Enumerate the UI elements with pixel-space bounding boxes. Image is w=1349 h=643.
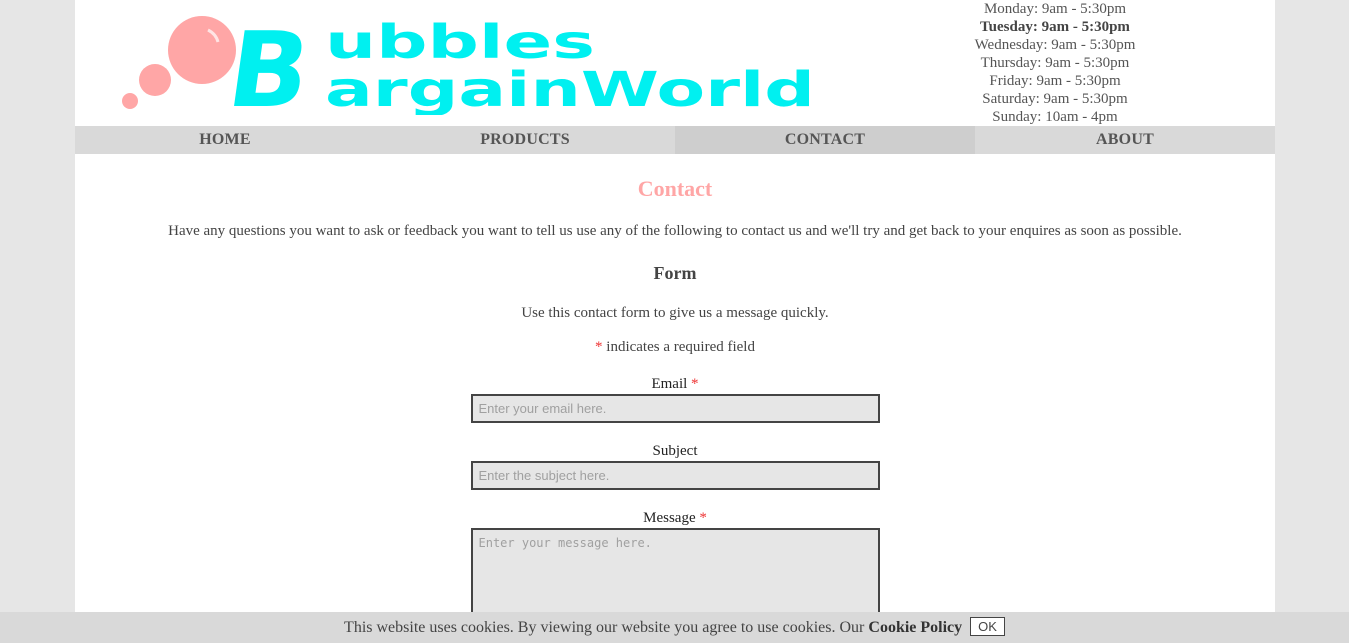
logo-initial: B xyxy=(221,10,317,115)
page-title: Contact xyxy=(637,176,713,201)
nav-about[interactable]: ABOUT xyxy=(975,126,1275,154)
bubble-small xyxy=(122,93,138,109)
email-group: Email * xyxy=(75,375,1275,423)
bubble-medium xyxy=(139,64,171,96)
message-label: Message * xyxy=(75,509,1275,527)
cookie-ok-button[interactable]: OK xyxy=(970,617,1005,636)
email-label: Email * xyxy=(75,375,1275,393)
contact-form: Email * Subject Message * xyxy=(75,375,1275,628)
hours-tuesday: Tuesday: 9am - 5:30pm xyxy=(980,19,1130,35)
logo-line2: argainWorld xyxy=(325,62,815,115)
required-star: * xyxy=(595,339,603,355)
form-description: Use this contact form to give us a messa… xyxy=(521,305,829,321)
cookie-text: This website uses cookies. By viewing ou… xyxy=(344,619,869,636)
main-nav: HOME PRODUCTS CONTACT ABOUT xyxy=(75,126,1275,154)
intro-text: Have any questions you want to ask or fe… xyxy=(168,223,1182,239)
form-heading: Form xyxy=(653,263,697,283)
hours-friday: Friday: 9am - 5:30pm xyxy=(989,73,1121,89)
opening-hours: Monday: 9am - 5:30pm Tuesday: 9am - 5:30… xyxy=(930,0,1180,126)
page-container: B ubbles argainWorld Monday: 9am - 5:30p… xyxy=(75,0,1275,643)
cookie-banner: This website uses cookies. By viewing ou… xyxy=(0,612,1349,643)
site-header: B ubbles argainWorld Monday: 9am - 5:30p… xyxy=(75,0,1275,126)
subject-label: Subject xyxy=(652,443,698,459)
hours-thursday: Thursday: 9am - 5:30pm xyxy=(980,55,1130,71)
cookie-policy-link[interactable]: Cookie Policy xyxy=(868,619,962,636)
message-group: Message * xyxy=(75,509,1275,628)
nav-home[interactable]: HOME xyxy=(75,126,375,154)
nav-contact[interactable]: CONTACT xyxy=(675,126,975,154)
subject-group: Subject xyxy=(75,442,1275,490)
main-content: Contact Have any questions you want to a… xyxy=(75,154,1275,628)
hours-monday: Monday: 9am - 5:30pm xyxy=(983,1,1127,17)
email-label-text: Email xyxy=(651,376,688,392)
hours-saturday: Saturday: 9am - 5:30pm xyxy=(982,91,1128,107)
email-required-star: * xyxy=(691,376,699,392)
hours-sunday: Sunday: 10am - 4pm xyxy=(992,109,1118,125)
subject-field[interactable] xyxy=(470,461,880,490)
message-label-text: Message xyxy=(643,510,696,526)
bubble-large xyxy=(168,16,236,84)
required-note: * indicates a required field xyxy=(75,337,1275,357)
email-field[interactable] xyxy=(470,394,880,423)
required-note-text: indicates a required field xyxy=(602,339,755,355)
site-logo[interactable]: B ubbles argainWorld xyxy=(120,10,820,115)
nav-products[interactable]: PRODUCTS xyxy=(375,126,675,154)
message-required-star: * xyxy=(699,510,707,526)
hours-wednesday: Wednesday: 9am - 5:30pm xyxy=(974,37,1136,53)
logo-line1: ubbles xyxy=(325,15,595,69)
